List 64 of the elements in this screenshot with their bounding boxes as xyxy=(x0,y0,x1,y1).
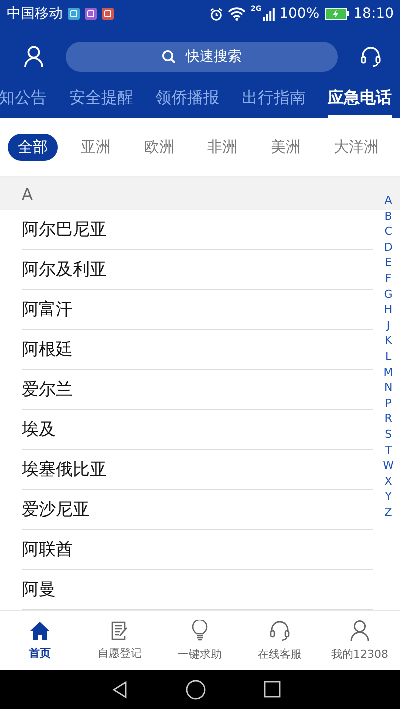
carrier-name: 中国移动 xyxy=(7,5,63,23)
country-item[interactable]: 阿联酋 xyxy=(22,538,73,561)
recents-icon[interactable] xyxy=(264,681,280,698)
index-letter[interactable]: P xyxy=(385,396,392,412)
country-item[interactable]: 埃及 xyxy=(22,418,56,441)
lightbulb-icon xyxy=(192,620,208,642)
alarm-icon xyxy=(210,8,223,20)
index-letter[interactable]: N xyxy=(384,380,393,396)
index-letter[interactable]: C xyxy=(384,224,392,240)
clock-time: 18:10 xyxy=(354,6,394,22)
index-letter[interactable]: R xyxy=(384,411,392,427)
region-chip[interactable]: 欧洲 xyxy=(134,134,184,160)
region-chip[interactable]: 美洲 xyxy=(260,134,311,160)
region-chip[interactable]: 大洋洲 xyxy=(324,134,389,160)
index-letter[interactable]: A xyxy=(384,193,392,209)
index-letter[interactable]: X xyxy=(384,474,392,490)
index-letter[interactable]: L xyxy=(385,348,392,365)
profile-icon[interactable] xyxy=(24,46,44,68)
country-item[interactable]: 阿根廷 xyxy=(22,338,73,361)
country-item[interactable]: 阿尔巴尼亚 xyxy=(22,218,107,241)
index-letter[interactable]: M xyxy=(384,364,394,380)
app-icon xyxy=(102,8,114,20)
country-item[interactable]: 埃塞俄比亚 xyxy=(22,458,107,481)
index-letter[interactable]: G xyxy=(384,286,393,302)
index-letter[interactable]: F xyxy=(385,270,392,287)
category-tab[interactable]: 应急电话 xyxy=(328,86,392,118)
house-icon xyxy=(30,620,50,640)
index-letter[interactable]: J xyxy=(386,318,390,334)
region-chip[interactable]: 非洲 xyxy=(198,134,248,160)
region-chip[interactable]: 亚洲 xyxy=(71,134,122,160)
home-icon[interactable] xyxy=(186,680,206,700)
country-item[interactable]: 爱沙尼亚 xyxy=(22,498,90,521)
index-letter[interactable]: W xyxy=(383,458,394,474)
index-letter[interactable]: E xyxy=(385,255,392,271)
search-field[interactable]: 快速搜索 xyxy=(66,42,338,72)
person-icon xyxy=(350,620,370,642)
country-item[interactable]: 阿尔及利亚 xyxy=(22,258,107,281)
country-item[interactable]: 阿富汗 xyxy=(22,298,73,321)
notepad-icon xyxy=(111,620,129,640)
index-letter[interactable]: S xyxy=(385,426,392,442)
headset-icon xyxy=(269,620,291,642)
section-header: A xyxy=(22,184,33,204)
app-icon xyxy=(68,8,80,20)
signal-icon xyxy=(262,8,275,20)
back-icon[interactable] xyxy=(112,680,128,698)
wifi-icon xyxy=(228,7,246,21)
country-item[interactable]: 阿曼 xyxy=(22,578,56,601)
index-letter[interactable]: T xyxy=(385,442,392,458)
search-icon xyxy=(162,50,176,64)
index-letter[interactable]: K xyxy=(384,333,392,349)
country-item[interactable]: 爱尔兰 xyxy=(22,378,73,401)
index-letter[interactable]: H xyxy=(384,302,393,318)
index-letter[interactable]: B xyxy=(384,208,392,224)
category-tab[interactable]: 领侨播报 xyxy=(156,86,220,118)
index-letter[interactable]: D xyxy=(384,240,393,256)
app-icon xyxy=(85,8,97,20)
battery-percent: 100% xyxy=(280,6,320,22)
category-tab[interactable]: 安全提醒 xyxy=(69,86,134,118)
category-tab[interactable]: 出行指南 xyxy=(242,86,306,118)
region-chip[interactable]: 全部 xyxy=(8,134,58,160)
battery-icon xyxy=(324,8,349,20)
index-letter[interactable]: Z xyxy=(384,504,392,520)
index-letter[interactable]: Y xyxy=(385,489,392,505)
headset-icon[interactable] xyxy=(360,46,382,68)
